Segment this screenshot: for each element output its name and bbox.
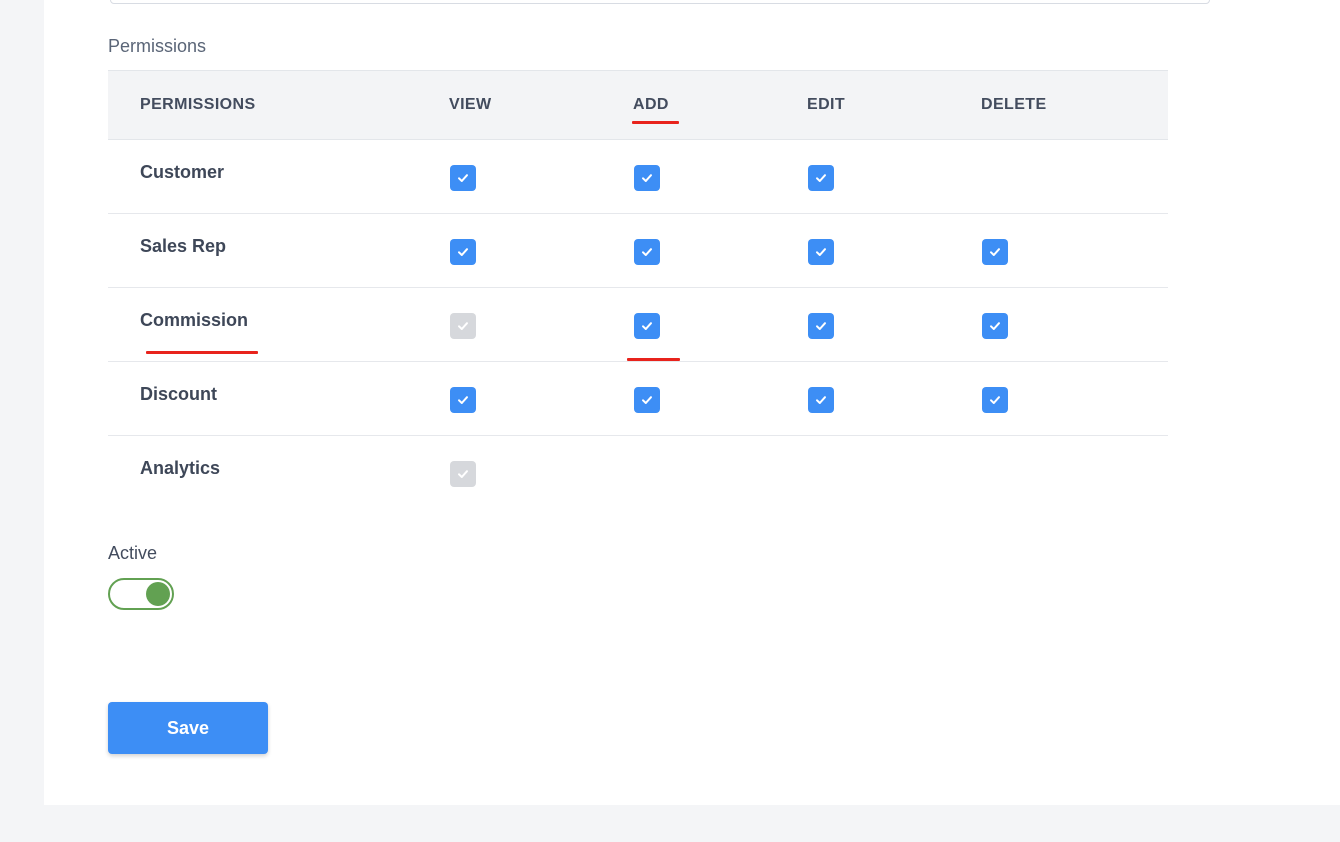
add-checkbox[interactable]: [634, 313, 660, 339]
table-row: Discount: [108, 362, 1168, 436]
check-icon: [990, 396, 1000, 404]
table-row: Customer: [108, 140, 1168, 214]
check-icon: [458, 396, 468, 404]
annotation-underline-commission: [146, 351, 258, 354]
permissions-section-label: Permissions: [108, 36, 207, 56]
permission-row-label: Commission: [140, 310, 249, 330]
column-header-add: ADD: [633, 96, 669, 113]
check-icon: [990, 248, 1000, 256]
add-checkbox[interactable]: [634, 165, 660, 191]
permission-row-label: Customer: [140, 162, 225, 182]
permissions-table-header: PERMISSIONS VIEW ADD EDIT DELETE: [108, 70, 1168, 140]
permission-row-label: Analytics: [140, 458, 221, 478]
delete-checkbox[interactable]: [982, 239, 1008, 265]
annotation-underline-add-header: [632, 121, 679, 124]
check-icon: [458, 322, 468, 330]
check-icon: [816, 396, 826, 404]
edit-checkbox[interactable]: [808, 165, 834, 191]
add-checkbox[interactable]: [634, 239, 660, 265]
permission-row-label: Sales Rep: [140, 236, 227, 256]
active-toggle[interactable]: [108, 578, 174, 610]
check-icon: [990, 322, 1000, 330]
column-header-delete: DELETE: [981, 96, 1047, 113]
table-row: Analytics: [108, 436, 1168, 509]
add-checkbox[interactable]: [634, 387, 660, 413]
permissions-table-body: Customer Sales Rep Commission Discount Analy…: [108, 140, 1168, 509]
table-row: Sales Rep: [108, 214, 1168, 288]
view-checkbox[interactable]: [450, 387, 476, 413]
column-header-edit: EDIT: [807, 96, 846, 113]
edit-checkbox[interactable]: [808, 387, 834, 413]
check-icon: [458, 470, 468, 478]
check-icon: [642, 322, 652, 330]
delete-checkbox[interactable]: [982, 313, 1008, 339]
permissions-table: PERMISSIONS VIEW ADD EDIT DELETE Custome…: [108, 70, 1168, 509]
toggle-knob: [146, 582, 170, 606]
annotation-underline-commission-add: [627, 358, 680, 361]
check-icon: [642, 174, 652, 182]
edit-checkbox[interactable]: [808, 239, 834, 265]
previous-field-input[interactable]: [110, 0, 1210, 4]
view-checkbox[interactable]: [450, 239, 476, 265]
check-icon: [816, 174, 826, 182]
check-icon: [458, 248, 468, 256]
column-header-view: VIEW: [449, 96, 492, 113]
view-checkbox[interactable]: [450, 165, 476, 191]
check-icon: [816, 248, 826, 256]
view-checkbox: [450, 461, 476, 487]
check-icon: [642, 248, 652, 256]
delete-checkbox[interactable]: [982, 387, 1008, 413]
edit-checkbox[interactable]: [808, 313, 834, 339]
check-icon: [458, 174, 468, 182]
form-card: Permissions PERMISSIONS VIEW ADD EDIT DE…: [44, 0, 1340, 805]
column-header-permissions: PERMISSIONS: [140, 96, 256, 113]
check-icon: [816, 322, 826, 330]
save-button[interactable]: Save: [108, 702, 268, 754]
table-row: Commission: [108, 288, 1168, 362]
view-checkbox: [450, 313, 476, 339]
active-label: Active: [108, 543, 158, 563]
check-icon: [642, 396, 652, 404]
permission-row-label: Discount: [140, 384, 218, 404]
